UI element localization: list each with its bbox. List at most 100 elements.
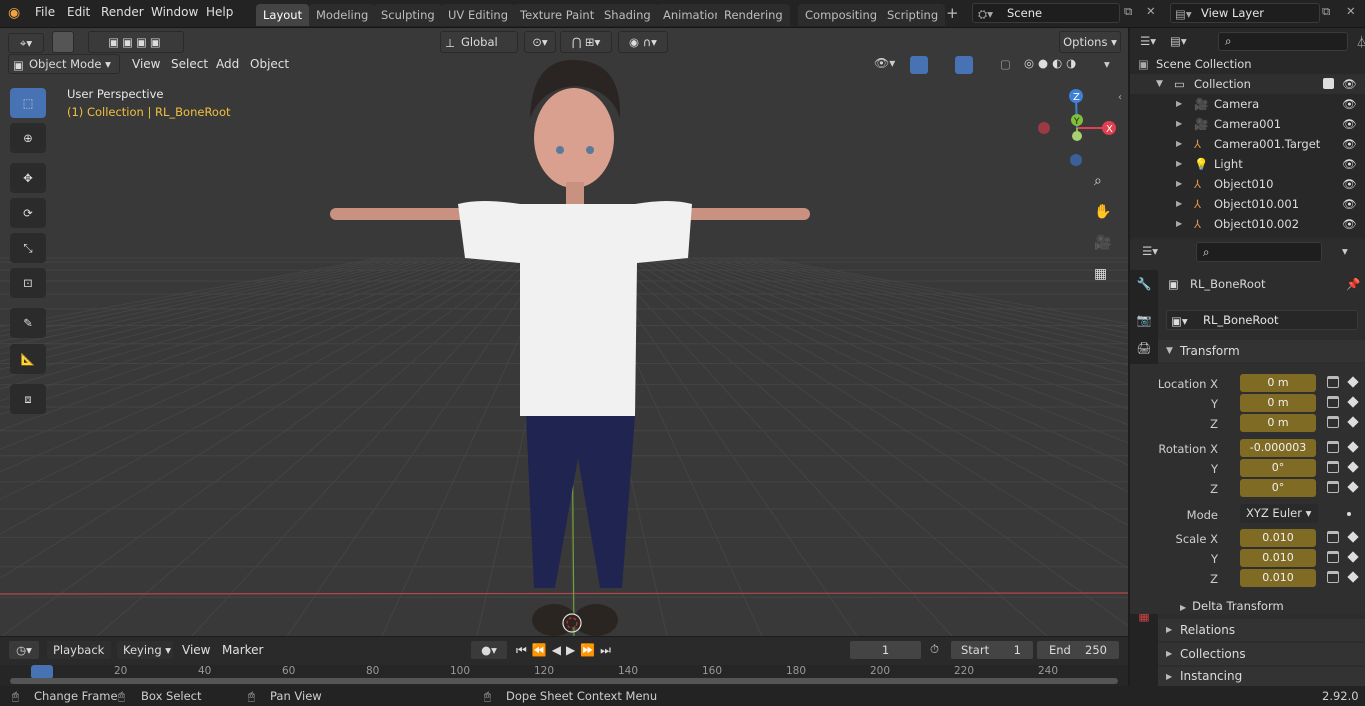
- mode-dropdown[interactable]: ▣ Object Mode ▾: [8, 54, 120, 74]
- shading-modes[interactable]: ◎●◐◑: [1024, 56, 1104, 74]
- outliner-editor-icon[interactable]: ☰▾: [1140, 34, 1156, 48]
- keyframe-icon[interactable]: [1347, 481, 1359, 493]
- new-view-layer-icon[interactable]: ⧉: [1322, 4, 1330, 19]
- start-frame-field[interactable]: Start 1: [950, 640, 1034, 660]
- properties-editor-icon[interactable]: ☰▾: [1142, 244, 1158, 258]
- collapse-sidebar-icon[interactable]: ‹: [1118, 92, 1122, 103]
- move-tool[interactable]: ✥: [10, 163, 46, 193]
- pivot-dropdown[interactable]: ⊙▾: [524, 31, 556, 53]
- timeline-menu-marker[interactable]: Marker: [222, 643, 263, 657]
- select-tool-button[interactable]: [52, 31, 74, 53]
- select-mode-buttons[interactable]: ▣▣▣▣: [88, 31, 184, 53]
- pan-hand-icon[interactable]: ✋: [1094, 204, 1111, 220]
- expand-icon[interactable]: ▶: [1176, 154, 1182, 174]
- transform-tool[interactable]: ⊡: [10, 268, 46, 298]
- collection-eye-icon[interactable]: 👁: [1342, 74, 1357, 94]
- outliner-item[interactable]: ▶ ⅄ Object010.001 👁: [1130, 194, 1365, 214]
- workspace-tab[interactable]: Sculpting: [374, 4, 442, 26]
- location-y-field[interactable]: 0 m: [1240, 394, 1316, 412]
- timeline-scrollbar[interactable]: [10, 678, 1118, 684]
- add-workspace-icon[interactable]: +: [946, 4, 959, 22]
- workspace-tab[interactable]: Compositing: [798, 4, 885, 26]
- options-dropdown[interactable]: Options ▾: [1059, 31, 1121, 53]
- timeline-menu-view[interactable]: View: [182, 643, 210, 657]
- scale-x-field[interactable]: 0.010: [1240, 529, 1316, 547]
- scale-tool[interactable]: ⤡: [10, 233, 46, 263]
- location-x-field[interactable]: 0 m: [1240, 374, 1316, 392]
- lock-icon[interactable]: [1327, 441, 1339, 453]
- expand-icon[interactable]: ▶: [1176, 194, 1182, 214]
- eye-icon[interactable]: 👁: [1342, 194, 1357, 214]
- keyframe-icon[interactable]: [1347, 531, 1359, 543]
- timeline-ruler[interactable]: 120406080100120140160180200220240: [0, 665, 1128, 686]
- snap-dropdown[interactable]: ⋂ ⊞▾: [560, 31, 612, 53]
- visibility-icon[interactable]: 👁▾: [874, 56, 895, 70]
- shading-options-icon[interactable]: ▾: [1104, 57, 1110, 71]
- eye-icon[interactable]: 👁: [1342, 214, 1357, 234]
- workspace-tab[interactable]: Texture Paint: [513, 4, 602, 26]
- viewport-menu-object[interactable]: Object: [250, 57, 289, 71]
- character-model[interactable]: [310, 58, 840, 636]
- pin-icon[interactable]: 📌: [1346, 274, 1360, 294]
- transform-panel-header[interactable]: ▼ Transform: [1158, 340, 1365, 362]
- timeline-editor-type[interactable]: ◷▾: [8, 640, 40, 660]
- workspace-tab[interactable]: UV Editing: [441, 4, 515, 26]
- workspace-tab[interactable]: Rendering: [717, 4, 790, 26]
- keying-menu[interactable]: Keying ▾: [116, 640, 174, 660]
- navigation-gizmo[interactable]: Z X Y: [1034, 86, 1120, 172]
- properties-editor[interactable]: ☰▾ ⌕ ▾ 🔧 📷 🖨 🖼 ◈ ◍ ▣ ◉ ⊚ ⚲ ⚡ ▦ ▣ RL_Bone…: [1130, 240, 1365, 686]
- rotation-y-field[interactable]: 0°: [1240, 459, 1316, 477]
- menu-edit[interactable]: Edit: [67, 5, 90, 19]
- auto-keying-button[interactable]: ●▾: [470, 640, 508, 660]
- lock-icon[interactable]: [1327, 531, 1339, 543]
- collections-panel-header[interactable]: ▶ Collections: [1158, 643, 1365, 665]
- playhead[interactable]: [31, 665, 53, 679]
- playback-controls[interactable]: ⏮⏪◀▶⏩⏭: [516, 640, 634, 660]
- select-box-tool[interactable]: ⬚: [10, 88, 46, 118]
- collection-checkbox[interactable]: [1323, 78, 1334, 89]
- keyframe-icon[interactable]: [1347, 396, 1359, 408]
- annotate-tool[interactable]: ✎: [10, 308, 46, 338]
- outliner-item[interactable]: ▶ 🎥 Camera 👁: [1130, 94, 1365, 114]
- perspective-toggle-icon[interactable]: ▦: [1094, 266, 1107, 282]
- relations-panel-header[interactable]: ▶ Relations: [1158, 619, 1365, 641]
- viewport-menu-view[interactable]: View: [132, 57, 160, 71]
- scale-y-field[interactable]: 0.010: [1240, 549, 1316, 567]
- tool-tab-icon[interactable]: 🔧: [1134, 274, 1154, 294]
- delete-scene-icon[interactable]: ✕: [1146, 4, 1156, 18]
- workspace-tab[interactable]: Shading: [597, 4, 658, 26]
- properties-options-icon[interactable]: ▾: [1342, 244, 1348, 258]
- cursor-tool[interactable]: ⊕: [10, 123, 46, 153]
- lock-icon[interactable]: [1327, 376, 1339, 388]
- delete-view-layer-icon[interactable]: ✕: [1346, 4, 1356, 18]
- workspace-tab[interactable]: Modeling: [309, 4, 376, 26]
- playback-menu[interactable]: Playback ▾: [46, 640, 112, 675]
- add-cube-tool[interactable]: ⧈: [10, 384, 46, 414]
- outliner[interactable]: ☰▾ ▤▾ ⌕ ⏃ ▣ Scene Collection ▼ ▭ Collect…: [1130, 28, 1365, 238]
- outliner-item[interactable]: ▶ ⅄ Camera001.Target 👁: [1130, 134, 1365, 154]
- outliner-scene-collection[interactable]: ▣ Scene Collection: [1130, 54, 1365, 74]
- keyframe-icon[interactable]: [1347, 376, 1359, 388]
- location-z-field[interactable]: 0 m: [1240, 414, 1316, 432]
- properties-search-input[interactable]: ⌕: [1196, 242, 1322, 262]
- current-frame-field[interactable]: 1: [849, 640, 922, 660]
- expand-icon[interactable]: ▶: [1176, 174, 1182, 194]
- collection-expand-icon[interactable]: ▼: [1156, 74, 1163, 94]
- outliner-item[interactable]: ▶ 💡 Light 👁: [1130, 154, 1365, 174]
- eye-icon[interactable]: 👁: [1342, 154, 1357, 174]
- workspace-tab[interactable]: Layout: [256, 4, 310, 26]
- scene-selector[interactable]: ⛭▾ Scene: [972, 3, 1120, 23]
- transform-orientation-dropdown[interactable]: ⊥ Global: [440, 31, 518, 53]
- expand-icon[interactable]: ▶: [1176, 134, 1182, 154]
- scale-z-field[interactable]: 0.010: [1240, 569, 1316, 587]
- menu-window[interactable]: Window: [151, 5, 198, 19]
- rotate-tool[interactable]: ⟳: [10, 198, 46, 228]
- measure-tool[interactable]: 📐: [10, 344, 46, 374]
- expand-icon[interactable]: ▶: [1176, 114, 1182, 134]
- blender-logo-icon[interactable]: ◉: [8, 5, 20, 21]
- rotation-mode-dropdown[interactable]: XYZ Euler ▾: [1240, 504, 1318, 523]
- overlay-toggle-icon[interactable]: [955, 56, 973, 74]
- eye-icon[interactable]: 👁: [1342, 174, 1357, 194]
- output-tab-icon[interactable]: 🖨: [1134, 338, 1154, 358]
- display-mode-icon[interactable]: ▤▾: [1170, 34, 1187, 48]
